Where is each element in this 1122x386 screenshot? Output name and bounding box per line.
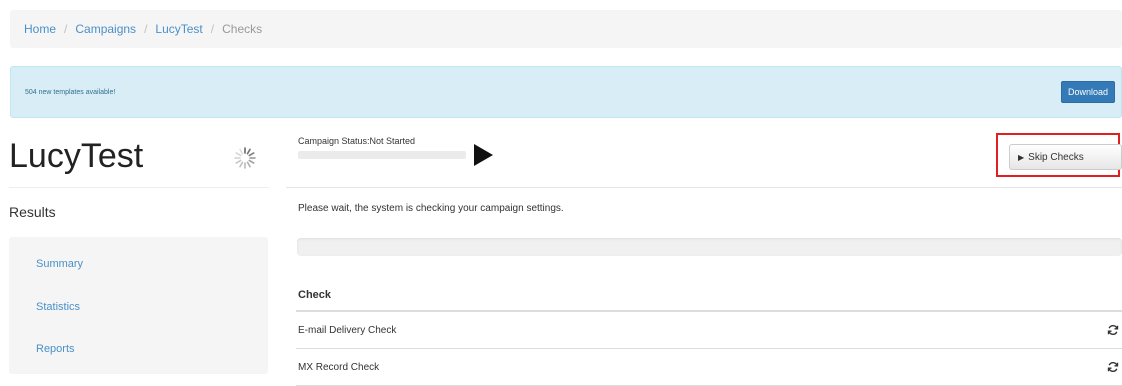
download-button[interactable]: Download <box>1060 81 1115 103</box>
table-row: E-mail Delivery Check <box>296 312 1122 349</box>
skip-checks-button[interactable]: ▶ Skip Checks <box>1009 144 1122 170</box>
alert-message: 504 new templates available! <box>25 88 116 96</box>
table-header-check: Check <box>296 280 1122 312</box>
divider <box>286 187 1122 188</box>
skip-checks-label: Skip Checks <box>1028 151 1084 163</box>
play-icon[interactable] <box>474 144 493 166</box>
campaign-status-label: Campaign Status:Not Started <box>298 136 416 146</box>
campaign-status-bar <box>298 151 466 159</box>
page-title: LucyTest <box>9 137 144 175</box>
campaign-status: Campaign Status:Not Started <box>298 136 493 166</box>
breadcrumb-current: Checks <box>222 22 263 36</box>
results-nav: Summary Statistics Reports <box>9 237 268 374</box>
checks-progress-bar <box>297 238 1122 256</box>
results-heading: Results <box>9 204 56 220</box>
sidebar-item-summary[interactable]: Summary <box>36 258 83 270</box>
divider <box>9 187 269 188</box>
breadcrumb-campaign[interactable]: LucyTest <box>155 22 202 36</box>
breadcrumb-separator: / <box>210 22 215 36</box>
table-row: MX Record Check <box>296 349 1122 386</box>
check-name: E-mail Delivery Check <box>298 324 397 336</box>
breadcrumb-separator: / <box>144 22 148 36</box>
play-icon: ▶ <box>1018 152 1025 162</box>
checks-table: Check E-mail Delivery Check MX Record Ch… <box>296 280 1122 386</box>
wait-message: Please wait, the system is checking your… <box>298 203 564 214</box>
loading-spinner-icon <box>234 147 256 169</box>
sidebar-item-reports[interactable]: Reports <box>36 343 75 355</box>
templates-alert: 504 new templates available! Download <box>10 66 1122 118</box>
breadcrumb-campaigns[interactable]: Campaigns <box>75 22 136 36</box>
check-name: MX Record Check <box>298 361 380 373</box>
refresh-icon <box>1107 362 1119 372</box>
breadcrumb-home[interactable]: Home <box>24 22 56 36</box>
breadcrumb-separator: / <box>64 22 68 36</box>
refresh-icon <box>1107 325 1119 335</box>
sidebar-item-statistics[interactable]: Statistics <box>36 301 80 313</box>
breadcrumb: Home / Campaigns / LucyTest / Checks <box>10 10 1122 48</box>
